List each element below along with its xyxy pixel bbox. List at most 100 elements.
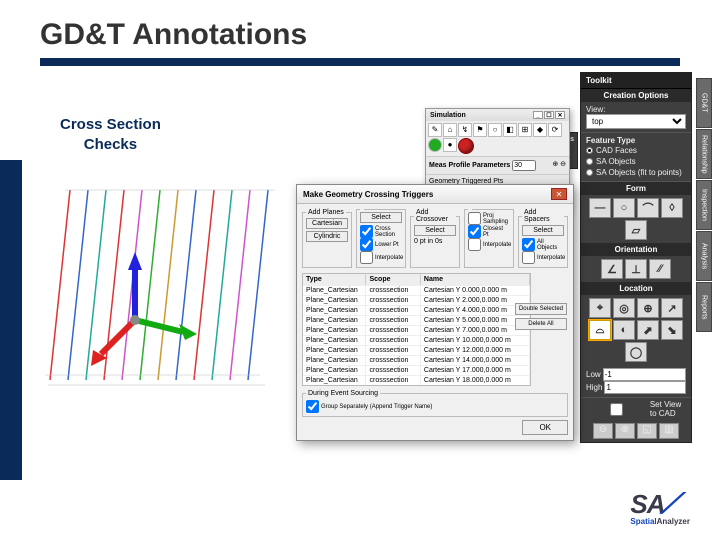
close-icon[interactable]: ✕ (555, 111, 565, 119)
param-input[interactable] (512, 160, 536, 171)
form-cylindricity-icon[interactable]: ▱ (625, 220, 647, 240)
ft-sa-objects[interactable]: SA Objects (586, 156, 686, 167)
table-row[interactable]: Plane_CartesiancrosssectionCartesian Y 1… (303, 375, 530, 385)
table-row[interactable]: Plane_CartesiancrosssectionCartesian Y 1… (303, 335, 530, 345)
min-icon[interactable]: _ (533, 111, 543, 119)
max-icon[interactable]: ☐ (544, 111, 554, 119)
side-tab-inspection[interactable]: Inspection (696, 180, 712, 230)
dialog-titlebar[interactable]: Make Geometry Crossing Triggers ✕ (297, 185, 573, 204)
select-crossover-button[interactable]: Select (414, 225, 456, 236)
title-underline (40, 58, 680, 66)
ok-button[interactable]: OK (522, 420, 568, 435)
col-scope[interactable]: Scope (366, 274, 420, 285)
sa-logo: SA⟋ SpatialAnalyzer (630, 488, 690, 526)
table-row[interactable]: Plane_CartesiancrosssectionCartesian Y 0… (303, 285, 530, 295)
form-circularity-icon[interactable]: ○ (613, 198, 635, 218)
crossover-opts-group: Proj Sampling Closest Pt Interpolate (464, 209, 514, 268)
loc-total-runout-icon[interactable]: ◐ (613, 320, 635, 340)
lower-pt-check[interactable]: Lower Pt (360, 238, 402, 251)
ft-sa-objects-fit[interactable]: SA Objects (fit to points) (586, 167, 686, 178)
form-title: Form (581, 182, 691, 195)
page-title: GD&T Annotations (0, 0, 720, 52)
planes-opts-group: Select Cross Section Lower Pt Interpolat… (356, 209, 406, 268)
tb-icon-4[interactable]: ⚑ (473, 123, 487, 137)
tb-go-icon[interactable] (428, 138, 442, 152)
bottom-icon-1[interactable]: ⊖ (593, 423, 613, 439)
loc-icon-b[interactable]: ⬊ (661, 320, 683, 340)
table-row[interactable]: Plane_CartesiancrosssectionCartesian Y 5… (303, 315, 530, 325)
interpolate-check-2[interactable]: Interpolate (468, 238, 510, 251)
tb-icon-3[interactable]: ↯ (458, 123, 472, 137)
bottom-icon-2[interactable]: ⊕ (615, 423, 635, 439)
form-profile-line-icon[interactable]: ⌒ (637, 198, 659, 218)
loc-position-icon[interactable]: ⌖ (589, 298, 611, 318)
ft-cad-faces[interactable]: CAD Faces (586, 145, 686, 156)
tb-icon-2[interactable]: ⌂ (443, 123, 457, 137)
loc-concentricity-icon[interactable]: ◎ (613, 298, 635, 318)
instrument-titlebar[interactable]: Simulation _☐✕ (426, 109, 569, 121)
footer-legend: During Event Sourcing (306, 390, 380, 397)
cross-section-check[interactable]: Cross Section (360, 225, 402, 238)
form-flatness-icon[interactable]: ◊ (661, 198, 683, 218)
tb-icon-9[interactable]: ⟳ (548, 123, 562, 137)
orient-perpendicularity-icon[interactable]: ⊥ (625, 259, 647, 279)
add-crossover-legend: Add Crossover (414, 209, 456, 223)
orient-angularity-icon[interactable]: ∠ (601, 259, 623, 279)
tb-icon-7[interactable]: ⊞ (518, 123, 532, 137)
low-input[interactable] (603, 368, 686, 381)
tb-icon-10[interactable]: ● (443, 138, 457, 152)
tb-record-icon[interactable] (458, 138, 474, 154)
orient-parallelism-icon[interactable]: ⁄⁄ (649, 259, 671, 279)
table-row[interactable]: Plane_CartesiancrosssectionCartesian Y 2… (303, 295, 530, 305)
all-objects-check[interactable]: All Objects (522, 238, 564, 251)
add-crossover-group: Add Crossover Select 0 pt in 0s (410, 209, 460, 268)
proj-sampling-check[interactable]: Proj Sampling (468, 212, 510, 225)
col-name[interactable]: Name (421, 274, 530, 285)
tb-icon-6[interactable]: ◧ (503, 123, 517, 137)
closest-pt-check[interactable]: Closest Pt (468, 225, 510, 238)
table-row[interactable]: Plane_CartesiancrosssectionCartesian Y 4… (303, 305, 530, 315)
set-view-cad-checkbox[interactable] (586, 403, 647, 416)
bottom-icon-3[interactable]: ◱ (637, 423, 657, 439)
high-input[interactable] (604, 381, 686, 394)
cylindric-button[interactable]: Cylindric (306, 231, 348, 242)
double-selected-button[interactable]: Double Selected (515, 303, 567, 315)
side-tab-relationship[interactable]: Relationship (696, 129, 712, 179)
dialog-title: Make Geometry Crossing Triggers (303, 190, 433, 199)
delete-all-button[interactable]: Delete All (515, 318, 567, 330)
tb-icon-1[interactable]: ✎ (428, 123, 442, 137)
table-row[interactable]: Plane_CartesiancrosssectionCartesian Y 1… (303, 355, 530, 365)
view-select[interactable]: top (586, 114, 686, 129)
side-tab-analysis[interactable]: Analysis (696, 231, 712, 281)
table-row[interactable]: Plane_CartesiancrosssectionCartesian Y 1… (303, 365, 530, 375)
table-row[interactable]: Plane_CartesiancrosssectionCartesian Y 1… (303, 345, 530, 355)
cartesian-button[interactable]: Cartesian (306, 218, 348, 229)
loc-icon-c[interactable]: ◯ (625, 342, 647, 362)
instrument-toolbar: ✎ ⌂ ↯ ⚑ ○ ◧ ⊞ ◆ ⟳ ● (426, 121, 569, 156)
group-separately-check[interactable]: Group Separately (Append Trigger Name) (306, 400, 564, 413)
loc-icon-a[interactable]: ⬈ (637, 320, 659, 340)
toolkit-header: Toolkit (581, 73, 691, 89)
select-planes-button[interactable]: Select (360, 212, 402, 223)
select-spacers-button[interactable]: Select (522, 225, 564, 236)
low-label: Low (586, 370, 601, 379)
geometry-triggers-dialog: Make Geometry Crossing Triggers ✕ Add Pl… (296, 184, 574, 441)
form-straightness-icon[interactable]: — (589, 198, 611, 218)
interpolate-check-3[interactable]: Interpolate (522, 251, 564, 264)
side-tab-reports[interactable]: Reports (696, 282, 712, 332)
set-view-cad[interactable]: Set View to CAD (581, 398, 691, 420)
tb-icon-8[interactable]: ◆ (533, 123, 547, 137)
col-type[interactable]: Type (303, 274, 366, 285)
side-tab-gdt[interactable]: GD&T (696, 78, 712, 128)
table-row[interactable]: Plane_CartesiancrosssectionCartesian Y 7… (303, 325, 530, 335)
loc-symmetry-icon[interactable]: ⊕ (637, 298, 659, 318)
loc-runout-icon[interactable]: ↗ (661, 298, 683, 318)
add-planes-group: Add Planes Cartesian Cylindric (302, 209, 352, 268)
tb-icon-5[interactable]: ○ (488, 123, 502, 137)
loc-profile-surface-icon[interactable]: ⌓ (589, 320, 611, 340)
interpolate-check-1[interactable]: Interpolate (360, 251, 402, 264)
orientation-title: Orientation (581, 243, 691, 256)
bottom-icon-4[interactable]: ▥ (659, 423, 679, 439)
left-stripe (0, 160, 22, 480)
close-icon[interactable]: ✕ (551, 188, 567, 200)
